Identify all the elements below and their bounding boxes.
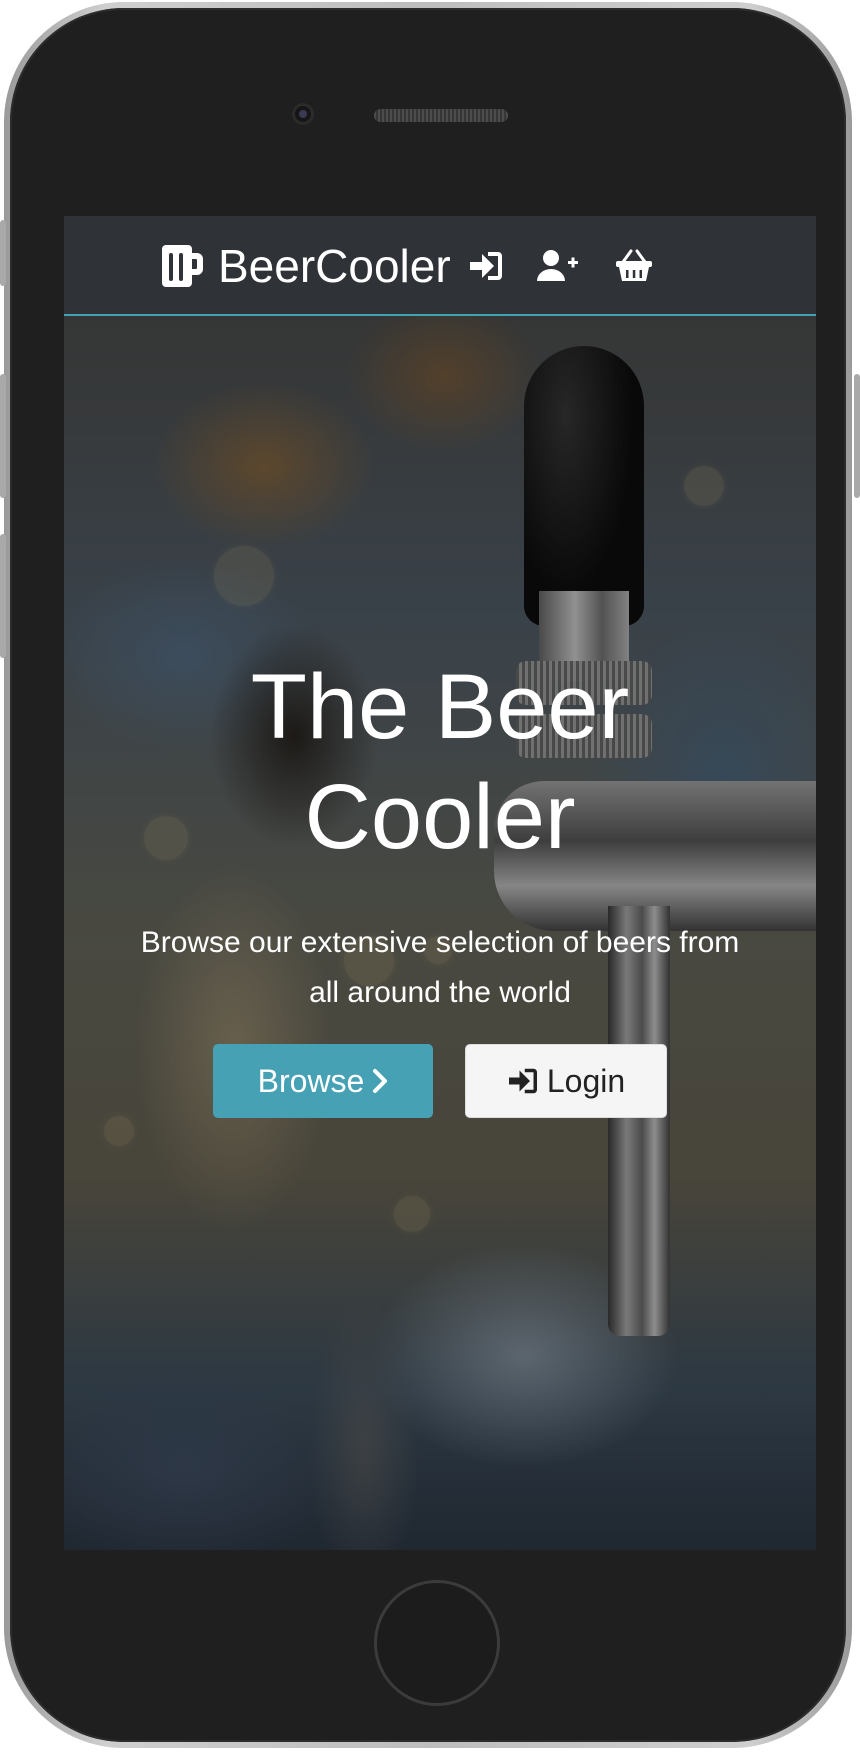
nav-login-icon[interactable] (464, 244, 508, 288)
home-button[interactable] (374, 1580, 500, 1706)
shopping-basket-icon (616, 249, 652, 281)
nav-basket-icon[interactable] (612, 244, 656, 288)
nav-register-icon[interactable] (536, 244, 580, 288)
login-label: Login (546, 1062, 626, 1099)
hero-buttons: Browse Login (64, 1044, 816, 1118)
mute-switch (0, 220, 6, 286)
login-button[interactable]: Login (465, 1044, 667, 1118)
hero-subtitle: Browse our extensive selection of beers … (140, 926, 740, 1009)
sign-in-icon (470, 252, 502, 280)
power-button (854, 374, 860, 498)
browse-button[interactable]: Browse (213, 1044, 433, 1118)
user-plus-icon (537, 250, 578, 281)
phone-screen: BeerCooler The Beer Cooler Browse our ex… (64, 216, 816, 1550)
volume-down-button (0, 534, 6, 658)
chevron-right-icon (373, 1069, 388, 1093)
hero-title: The Beer Cooler (250, 656, 630, 868)
earpiece-speaker (374, 109, 508, 122)
hero-content: The Beer Cooler Browse our extensive sel… (64, 652, 816, 1118)
brand-link[interactable]: BeerCooler (160, 240, 451, 292)
sign-in-icon (508, 1068, 537, 1094)
front-camera (292, 103, 314, 125)
beer-mug-icon (162, 245, 203, 287)
volume-up-button (0, 374, 6, 498)
brand-name: BeerCooler (218, 240, 451, 292)
browse-label: Browse (257, 1062, 365, 1099)
navbar: BeerCooler (64, 216, 816, 316)
phone-body: BeerCooler The Beer Cooler Browse our ex… (10, 8, 846, 1742)
phone-frame: BeerCooler The Beer Cooler Browse our ex… (4, 2, 852, 1748)
